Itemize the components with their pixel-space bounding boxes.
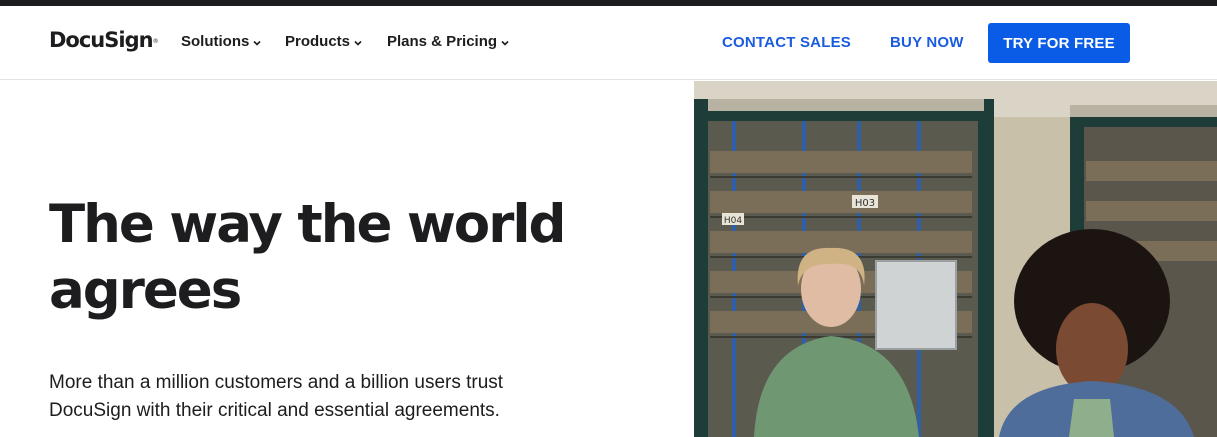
- hero-subtitle: More than a million customers and a bill…: [49, 369, 549, 425]
- hero-title-line-2: agrees: [49, 260, 242, 321]
- logo-registered-mark: ®: [152, 38, 159, 45]
- try-for-free-button[interactable]: TRY FOR FREE: [988, 23, 1130, 63]
- nav-menu-label: Products: [285, 33, 351, 50]
- main-nav: DocuSign® Solutions Products Plans & Pri…: [0, 6, 1217, 80]
- nav-menu-label: Plans & Pricing: [387, 33, 498, 50]
- nav-menu-label: Solutions: [181, 33, 250, 50]
- hero-title-line-1: The way the world: [49, 194, 566, 255]
- chevron-down-icon: [354, 40, 362, 46]
- nav-menu-products[interactable]: Products: [285, 33, 362, 50]
- logo-text: DocuSign: [49, 28, 154, 52]
- hero-photo-illustration: H04 H03: [694, 81, 1217, 437]
- buy-now-link[interactable]: BUY NOW: [890, 34, 964, 51]
- contact-sales-link[interactable]: CONTACT SALES: [722, 34, 851, 51]
- shelf-label-h03: H03: [855, 198, 875, 209]
- hero-image: H04 H03: [694, 81, 1217, 437]
- docusign-logo[interactable]: DocuSign®: [49, 28, 159, 52]
- chevron-down-icon: [253, 40, 261, 46]
- hero-subtitle-line-2: DocuSign with their critical and essenti…: [49, 400, 500, 421]
- hero-title: The way the world agrees: [49, 192, 609, 324]
- nav-menu-solutions[interactable]: Solutions: [181, 33, 261, 50]
- shelf-label-h04: H04: [724, 216, 742, 226]
- nav-menu-plans-pricing[interactable]: Plans & Pricing: [387, 33, 509, 50]
- chevron-down-icon: [501, 40, 509, 46]
- hero-subtitle-line-1: More than a million customers and a bill…: [49, 372, 504, 393]
